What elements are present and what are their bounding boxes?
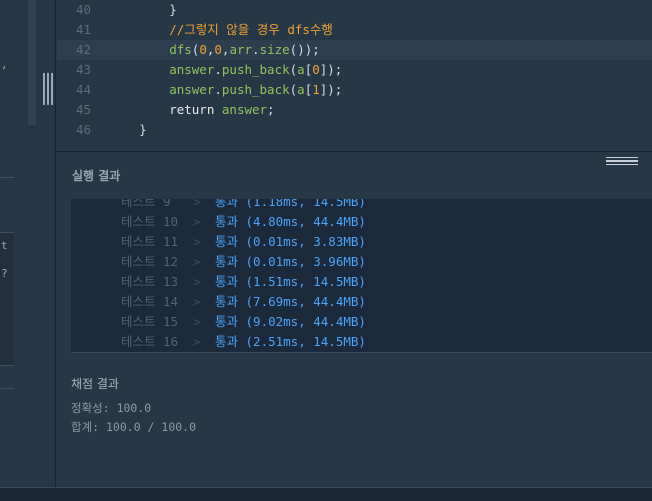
left-scrollbar[interactable] bbox=[28, 0, 36, 125]
chevron-right-icon: > bbox=[193, 214, 201, 229]
total-score: 합계: 100.0 / 100.0 bbox=[71, 420, 197, 434]
test-result-row[interactable]: 테스트 14 > 통과 (7.69ms, 44.4MB) bbox=[71, 292, 652, 312]
left-panel-text: t bbox=[1, 239, 8, 252]
code-text: return answer; bbox=[109, 100, 275, 120]
code-line[interactable]: 41 //그렇지 않을 경우 dfs수행 bbox=[57, 20, 652, 40]
line-number: 41 bbox=[75, 22, 91, 37]
chevron-right-icon: > bbox=[193, 234, 201, 249]
code-line[interactable]: 45 return answer; bbox=[57, 100, 652, 120]
panel-resize-handle[interactable] bbox=[42, 73, 54, 105]
test-result-row[interactable]: 테스트 13 > 통과 (1.51ms, 14.5MB) bbox=[71, 272, 652, 292]
code-token: return bbox=[109, 102, 222, 117]
test-outcome: 통과 (1.51ms, 14.5MB) bbox=[215, 274, 366, 289]
test-results-list[interactable]: 테스트 9 > 통과 (1.18ms, 14.5MB) 테스트 10 > 통과 (4.80… bbox=[71, 199, 652, 353]
code-line[interactable]: 40 } bbox=[57, 0, 652, 20]
test-result-row[interactable]: 테스트 15 > 통과 (9.02ms, 44.4MB) bbox=[71, 312, 652, 332]
chevron-right-icon: > bbox=[193, 254, 201, 269]
code-token: . bbox=[252, 42, 260, 57]
bottom-bar bbox=[0, 487, 652, 501]
code-line[interactable]: 46 } bbox=[57, 120, 652, 140]
test-label: 테스트 16 bbox=[121, 334, 179, 349]
code-token: push_back bbox=[221, 62, 290, 77]
test-label: 테스트 11 bbox=[121, 234, 179, 249]
test-label: 테스트 10 bbox=[121, 214, 179, 229]
code-text: } bbox=[109, 120, 147, 140]
chevron-right-icon: > bbox=[193, 274, 201, 289]
chevron-right-icon: > bbox=[193, 314, 201, 329]
code-text: } bbox=[109, 0, 177, 20]
test-label: 테스트 9 bbox=[121, 199, 171, 209]
code-token: 1 bbox=[312, 82, 320, 97]
line-number: 45 bbox=[75, 102, 91, 117]
resize-grip-icon[interactable] bbox=[606, 157, 638, 165]
code-token: 0 bbox=[214, 42, 222, 57]
line-number: 40 bbox=[75, 2, 91, 17]
score-title: 채점 결과 bbox=[71, 377, 119, 391]
test-outcome: 통과 (4.80ms, 44.4MB) bbox=[215, 214, 366, 229]
divider bbox=[0, 177, 14, 178]
code-token: size bbox=[259, 42, 290, 57]
code-token: ]); bbox=[319, 62, 343, 77]
result-title: 실행 결과 bbox=[72, 169, 121, 183]
code-token: 0 bbox=[199, 42, 207, 57]
line-number: 42 bbox=[75, 42, 91, 57]
code-editor[interactable]: 40 } 41 //그렇지 않을 경우 dfs수행 42 dfs(0,0,arr.s… bbox=[57, 0, 652, 152]
code-token: answer bbox=[109, 82, 215, 97]
code-token: ()); bbox=[289, 42, 320, 57]
left-panel-text: , bbox=[1, 58, 8, 71]
line-number: 44 bbox=[75, 82, 91, 97]
result-header: 실행 결과 bbox=[57, 153, 652, 199]
left-panel-text: ? bbox=[1, 267, 8, 280]
test-outcome: 통과 (7.69ms, 44.4MB) bbox=[215, 294, 366, 309]
code-text: dfs(0,0,arr.size()); bbox=[109, 40, 320, 60]
accuracy-score: 정확성: 100.0 bbox=[71, 401, 152, 415]
test-result-row[interactable]: 테스트 11 > 통과 (0.01ms, 3.83MB) bbox=[71, 232, 652, 252]
code-text: answer.push_back(a[0]); bbox=[109, 60, 342, 80]
line-number: 46 bbox=[75, 122, 91, 137]
chevron-right-icon: > bbox=[193, 294, 201, 309]
test-result-row[interactable]: 테스트 10 > 통과 (4.80ms, 44.4MB) bbox=[71, 212, 652, 232]
code-line[interactable]: 43 answer.push_back(a[0]); bbox=[57, 60, 652, 80]
test-outcome: 통과 (2.51ms, 14.5MB) bbox=[215, 334, 366, 349]
code-line[interactable]: 42 dfs(0,0,arr.size()); bbox=[57, 40, 652, 60]
code-line[interactable]: 44 answer.push_back(a[1]); bbox=[57, 80, 652, 100]
test-label: 테스트 13 bbox=[121, 274, 179, 289]
test-result-row[interactable]: 테스트 16 > 통과 (2.51ms, 14.5MB) bbox=[71, 332, 652, 352]
code-token: ]); bbox=[319, 82, 343, 97]
test-label: 테스트 14 bbox=[121, 294, 179, 309]
code-text: //그렇지 않을 경우 dfs수행 bbox=[109, 20, 333, 40]
code-token: . bbox=[214, 62, 222, 77]
code-token: 0 bbox=[312, 62, 320, 77]
code-token: dfs bbox=[109, 42, 192, 57]
code-token: answer bbox=[109, 62, 215, 77]
chevron-right-icon: > bbox=[193, 334, 201, 349]
test-result-row[interactable]: 테스트 9 > 통과 (1.18ms, 14.5MB) bbox=[71, 199, 652, 212]
line-number: 43 bbox=[75, 62, 91, 77]
code-text: answer.push_back(a[1]); bbox=[109, 80, 342, 100]
code-token: . bbox=[214, 82, 222, 97]
divider bbox=[0, 388, 14, 389]
code-token: } bbox=[109, 2, 177, 17]
test-outcome: 통과 (1.18ms, 14.5MB) bbox=[215, 199, 366, 209]
code-token: //그렇지 않을 경우 dfs수행 bbox=[109, 22, 333, 37]
test-outcome: 통과 (0.01ms, 3.96MB) bbox=[215, 254, 366, 269]
code-token: a bbox=[297, 62, 305, 77]
test-label: 테스트 12 bbox=[121, 254, 179, 269]
test-outcome: 통과 (0.01ms, 3.83MB) bbox=[215, 234, 366, 249]
code-token: arr bbox=[229, 42, 253, 57]
code-token: push_back bbox=[221, 82, 290, 97]
code-token: answer bbox=[221, 102, 268, 117]
chevron-right-icon: > bbox=[193, 199, 201, 209]
test-label: 테스트 15 bbox=[121, 314, 179, 329]
code-token: ; bbox=[267, 102, 275, 117]
test-result-row[interactable]: 테스트 12 > 통과 (0.01ms, 3.96MB) bbox=[71, 252, 652, 272]
left-panel-box: t ? bbox=[0, 232, 14, 366]
code-token: } bbox=[109, 122, 147, 137]
test-outcome: 통과 (9.02ms, 44.4MB) bbox=[215, 314, 366, 329]
code-token: a bbox=[297, 82, 305, 97]
result-panel: 테스트 9 > 통과 (1.18ms, 14.5MB) 테스트 10 > 통과 (4.80… bbox=[57, 199, 652, 487]
